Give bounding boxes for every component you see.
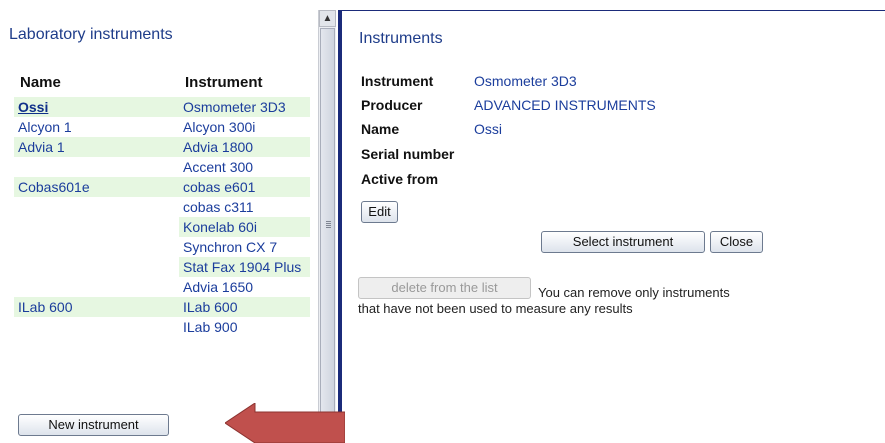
panel-title: Laboratory instruments — [9, 26, 173, 43]
field-label: Active from — [361, 171, 439, 187]
field-value: Ossi — [474, 121, 502, 137]
name-cell[interactable]: Ossi — [14, 97, 179, 117]
instrument-cell[interactable]: cobas e601 — [179, 177, 310, 197]
name-cell[interactable] — [14, 237, 179, 257]
name-cell[interactable] — [14, 217, 179, 237]
panel-divider — [338, 10, 342, 443]
grip-line — [326, 227, 331, 228]
delete-note-line-1: You can remove only instruments — [538, 285, 730, 300]
instrument-cell[interactable]: Stat Fax 1904 Plus — [179, 257, 310, 277]
table-row[interactable]: ILab 900 — [14, 317, 310, 337]
name-cell[interactable] — [14, 157, 179, 177]
column-header-instrument: Instrument — [185, 74, 263, 91]
field-value: Osmometer 3D3 — [474, 73, 577, 89]
instrument-table: Ossi Osmometer 3D3 Alcyon 1 Alcyon 300i … — [14, 97, 310, 337]
name-cell[interactable] — [14, 197, 179, 217]
table-row[interactable]: Alcyon 1 Alcyon 300i — [14, 117, 310, 137]
name-cell[interactable]: Alcyon 1 — [14, 117, 179, 137]
table-row[interactable]: Stat Fax 1904 Plus — [14, 257, 310, 277]
new-instrument-button[interactable]: New instrument — [18, 414, 169, 436]
edit-button[interactable]: Edit — [361, 201, 398, 223]
table-row[interactable]: Synchron CX 7 — [14, 237, 310, 257]
table-row[interactable]: ILab 600 ILab 600 — [14, 297, 310, 317]
table-row[interactable]: cobas c311 — [14, 197, 310, 217]
app-frame: Laboratory instruments Name Instrument O… — [0, 0, 885, 443]
top-border — [338, 10, 885, 11]
chevron-up-icon[interactable]: ▲ — [319, 10, 336, 27]
instrument-cell[interactable]: Synchron CX 7 — [179, 237, 310, 257]
instrument-cell[interactable]: ILab 900 — [179, 317, 310, 337]
table-row[interactable]: Cobas601e cobas e601 — [14, 177, 310, 197]
column-header-name: Name — [20, 74, 61, 91]
table-row[interactable]: Accent 300 — [14, 157, 310, 177]
name-cell[interactable]: ILab 600 — [14, 297, 179, 317]
delete-note-line-2: that have not been used to measure any r… — [358, 301, 633, 316]
name-cell[interactable]: Advia 1 — [14, 137, 179, 157]
name-cell[interactable] — [14, 257, 179, 277]
grip-line — [326, 221, 331, 222]
instrument-cell[interactable]: Konelab 60i — [179, 217, 310, 237]
instrument-cell[interactable]: Advia 1650 — [179, 277, 310, 297]
name-cell[interactable]: Cobas601e — [14, 177, 179, 197]
instrument-cell[interactable]: ILab 600 — [179, 297, 310, 317]
grip-line — [326, 223, 331, 224]
table-row[interactable]: Advia 1650 — [14, 277, 310, 297]
close-button[interactable]: Close — [710, 231, 763, 253]
panel-title: Instruments — [359, 30, 443, 47]
field-label: Name — [361, 121, 400, 137]
instrument-cell[interactable]: Alcyon 300i — [179, 117, 310, 137]
field-label: Serial number — [361, 146, 455, 162]
name-cell[interactable] — [14, 317, 179, 337]
table-row[interactable]: Konelab 60i — [14, 217, 310, 237]
table-row[interactable]: Advia 1 Advia 1800 — [14, 137, 310, 157]
instrument-cell[interactable]: cobas c311 — [179, 197, 310, 217]
arrow-left-icon — [225, 403, 345, 443]
name-cell[interactable] — [14, 277, 179, 297]
grip-line — [326, 225, 331, 226]
delete-from-list-button[interactable]: delete from the list — [358, 277, 531, 299]
select-instrument-button[interactable]: Select instrument — [541, 231, 705, 253]
instrument-cell[interactable]: Osmometer 3D3 — [179, 97, 310, 117]
field-label: Instrument — [361, 73, 434, 89]
scrollbar[interactable]: ▲ — [318, 10, 336, 443]
scroll-thumb[interactable] — [320, 28, 335, 413]
field-value: ADVANCED INSTRUMENTS — [474, 97, 656, 113]
instrument-cell[interactable]: Accent 300 — [179, 157, 310, 177]
laboratory-instruments-panel: Laboratory instruments Name Instrument O… — [4, 4, 318, 443]
field-label: Producer — [361, 97, 423, 113]
instrument-cell[interactable]: Advia 1800 — [179, 137, 310, 157]
table-row[interactable]: Ossi Osmometer 3D3 — [14, 97, 310, 117]
